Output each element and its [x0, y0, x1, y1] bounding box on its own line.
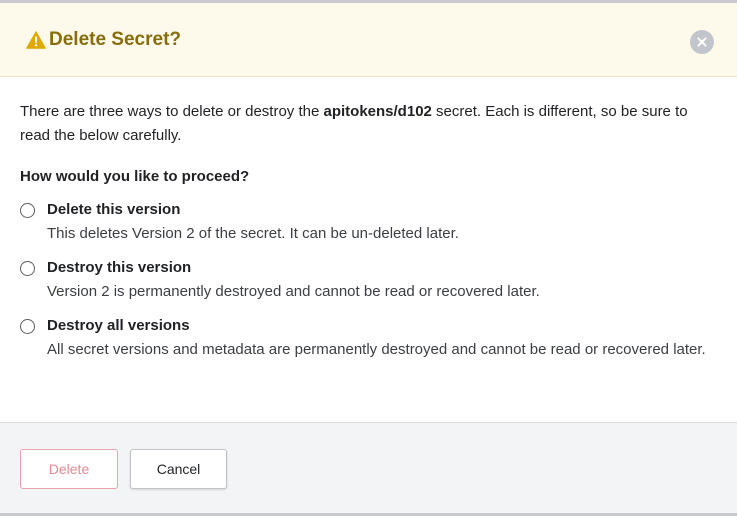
secret-path: apitokens/d102 [323, 103, 432, 120]
warning-triangle-icon [26, 31, 46, 49]
option-delete-version[interactable]: Delete this version This deletes Version… [20, 198, 710, 246]
option-label: Destroy all versions [47, 317, 190, 334]
option-description: Version 2 is permanently destroyed and c… [47, 283, 540, 300]
radio-destroy-version[interactable] [20, 261, 35, 276]
close-button[interactable] [690, 30, 714, 54]
close-icon [697, 37, 707, 47]
radio-delete-version[interactable] [20, 203, 35, 218]
delete-options: Delete this version This deletes Version… [20, 198, 710, 362]
intro-text: There are three ways to delete or destro… [20, 100, 710, 148]
radio-destroy-all-versions[interactable] [20, 319, 35, 334]
option-description: This deletes Version 2 of the secret. It… [47, 225, 459, 242]
dialog-title: Delete Secret? [49, 29, 182, 50]
dialog-footer: Delete Cancel [0, 422, 737, 513]
option-description: All secret versions and metadata are per… [47, 341, 706, 358]
dialog-body: There are three ways to delete or destro… [20, 100, 710, 372]
option-label: Delete this version [47, 201, 181, 218]
delete-secret-dialog: Delete Secret? There are three ways to d… [0, 3, 737, 513]
intro-text-before: There are three ways to delete or destro… [20, 103, 324, 120]
dialog-header: Delete Secret? [0, 3, 737, 77]
proceed-question: How would you like to proceed? [20, 168, 250, 185]
option-destroy-all-versions[interactable]: Destroy all versions All secret versions… [20, 314, 710, 362]
option-destroy-version[interactable]: Destroy this version Version 2 is perman… [20, 256, 710, 304]
delete-button[interactable]: Delete [20, 449, 118, 489]
cancel-button[interactable]: Cancel [130, 449, 227, 489]
option-label: Destroy this version [47, 259, 192, 276]
